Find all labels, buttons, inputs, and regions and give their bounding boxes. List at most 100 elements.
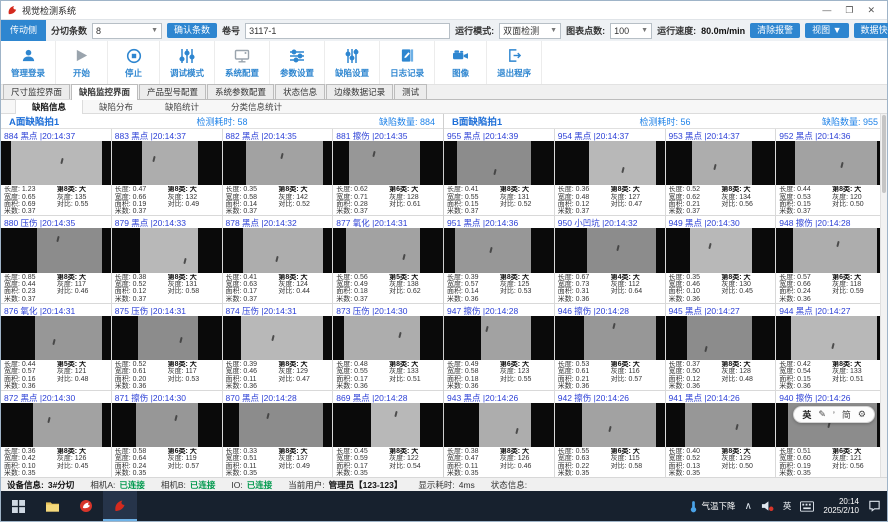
defect-image[interactable]: [112, 316, 222, 360]
defect-card[interactable]: 946 擦伤 |20:14:28 长度: 0.53宽度: 0.61 面积: 0.…: [555, 304, 665, 390]
defect-card[interactable]: 950 小凹坑 |20:14:32 长度: 0.67宽度: 0.73 面积: 0…: [555, 216, 665, 302]
file-explorer-icon[interactable]: [35, 491, 69, 521]
tab-0[interactable]: 尺寸监控界面: [3, 84, 70, 99]
defect-card[interactable]: 941 黑点 |20:14:26 长度: 0.40宽度: 0.52 面积: 0.…: [666, 391, 776, 477]
subtab-2[interactable]: 缺陷统计: [149, 100, 215, 114]
defect-card[interactable]: 881 擦伤 |20:14:35 长度: 0.62宽度: 0.71 面积: 0.…: [333, 129, 443, 215]
defect-card[interactable]: 944 黑点 |20:14:27 长度: 0.42宽度: 0.54 面积: 0.…: [776, 304, 886, 390]
defect-card[interactable]: 945 黑点 |20:14:27 长度: 0.37宽度: 0.50 面积: 0.…: [666, 304, 776, 390]
defect-card[interactable]: 954 黑点 |20:14:37 长度: 0.36宽度: 0.48 面积: 0.…: [555, 129, 665, 215]
defect-card[interactable]: 870 黑点 |20:14:28 长度: 0.33宽度: 0.51 面积: 0.…: [223, 391, 333, 477]
inspection-app-icon[interactable]: [103, 491, 137, 521]
ime-simplified-button[interactable]: 简: [842, 408, 851, 421]
taskbar-clock[interactable]: 20:14 2025/2/10: [823, 497, 859, 515]
confirm-count-button[interactable]: 确认条数: [167, 23, 217, 38]
pen-icon[interactable]: ✎: [818, 409, 826, 420]
close-button[interactable]: ✕: [867, 5, 875, 16]
data-quick-access-button[interactable]: 数据快捷访问 ▼: [854, 23, 888, 38]
defect-settings-button[interactable]: 缺陷设置: [325, 41, 380, 84]
ime-english-button[interactable]: 英: [802, 408, 811, 421]
defect-image[interactable]: [112, 403, 222, 447]
tab-5[interactable]: 边缘数据记录: [326, 84, 393, 99]
scrollbar-thumb[interactable]: [882, 115, 886, 193]
keyboard-icon[interactable]: [800, 501, 814, 512]
defect-image[interactable]: [666, 403, 776, 447]
defect-card[interactable]: 879 黑点 |20:14:33 长度: 0.38宽度: 0.52 面积: 0.…: [112, 216, 222, 302]
defect-card[interactable]: 878 黑点 |20:14:32 长度: 0.41宽度: 0.63 面积: 0.…: [223, 216, 333, 302]
defect-image[interactable]: [444, 316, 554, 360]
admin-login-button[interactable]: 管理登录: [1, 41, 56, 84]
defect-image[interactable]: [555, 403, 665, 447]
image-view-button[interactable]: 图像: [435, 41, 487, 84]
log-record-button[interactable]: 日志记录: [380, 41, 435, 84]
defect-card[interactable]: 875 压伤 |20:14:31 长度: 0.52宽度: 0.61 面积: 0.…: [112, 304, 222, 390]
defect-image[interactable]: [223, 316, 333, 360]
slit-count-select[interactable]: 8▼: [92, 23, 162, 39]
subtab-0[interactable]: 缺陷信息: [15, 99, 83, 115]
defect-card[interactable]: 884 黑点 |20:14:37 长度: 1.23宽度: 0.65 面积: 0.…: [1, 129, 111, 215]
defect-card[interactable]: 947 擦伤 |20:14:28 长度: 0.49宽度: 0.58 面积: 0.…: [444, 304, 554, 390]
defect-card[interactable]: 873 压伤 |20:14:30 长度: 0.48宽度: 0.55 面积: 0.…: [333, 304, 443, 390]
tab-6[interactable]: 测试: [394, 84, 427, 99]
defect-card[interactable]: 874 压伤 |20:14:31 长度: 0.39宽度: 0.46 面积: 0.…: [223, 304, 333, 390]
run-mode-select[interactable]: 双面检测▼: [499, 23, 561, 39]
defect-card[interactable]: 952 黑点 |20:14:36 长度: 0.44宽度: 0.53 面积: 0.…: [776, 129, 886, 215]
defect-image[interactable]: [776, 141, 886, 185]
start-button[interactable]: 开始: [56, 41, 108, 84]
defect-image[interactable]: [333, 403, 443, 447]
defect-image[interactable]: [666, 316, 776, 360]
defect-card[interactable]: 948 擦伤 |20:14:28 长度: 0.57宽度: 0.66 面积: 0.…: [776, 216, 886, 302]
tray-expand-chevron[interactable]: ∧: [745, 501, 752, 512]
tab-2[interactable]: 产品型号配置: [139, 84, 206, 99]
defect-card[interactable]: 949 黑点 |20:14:30 长度: 0.35宽度: 0.46 面积: 0.…: [666, 216, 776, 302]
subtab-1[interactable]: 缺陷分布: [83, 100, 149, 114]
parameter-settings-button[interactable]: 参数设置: [270, 41, 325, 84]
tab-4[interactable]: 状态信息: [275, 84, 325, 99]
system-config-button[interactable]: 系统配置: [215, 41, 270, 84]
defect-card[interactable]: 951 黑点 |20:14:36 长度: 0.39宽度: 0.57 面积: 0.…: [444, 216, 554, 302]
red-app-icon[interactable]: [69, 491, 103, 521]
drive-side-button[interactable]: 传动侧: [1, 20, 46, 41]
weather-widget[interactable]: 气温下降: [689, 500, 736, 513]
panel-b-title[interactable]: B面缺陷拍1: [452, 114, 594, 128]
minimize-button[interactable]: —: [822, 5, 831, 16]
defect-image[interactable]: [555, 228, 665, 272]
defect-image[interactable]: [1, 228, 111, 272]
defect-image[interactable]: [444, 403, 554, 447]
stop-button[interactable]: 停止: [108, 41, 160, 84]
defect-image[interactable]: [1, 403, 111, 447]
defect-image[interactable]: [1, 316, 111, 360]
defect-card[interactable]: 871 擦伤 |20:14:30 长度: 0.58宽度: 0.64 面积: 0.…: [112, 391, 222, 477]
gear-icon[interactable]: ⚙: [858, 409, 866, 420]
defect-card[interactable]: 869 黑点 |20:14:28 长度: 0.45宽度: 0.59 面积: 0.…: [333, 391, 443, 477]
vertical-scrollbar[interactable]: [880, 114, 887, 477]
defect-image[interactable]: [1, 141, 111, 185]
defect-image[interactable]: [333, 228, 443, 272]
defect-image[interactable]: [444, 141, 554, 185]
defect-image[interactable]: [112, 141, 222, 185]
defect-card[interactable]: 955 黑点 |20:14:39 长度: 0.41宽度: 0.55 面积: 0.…: [444, 129, 554, 215]
defect-card[interactable]: 877 氧化 |20:14:31 长度: 0.56宽度: 0.49 面积: 0.…: [333, 216, 443, 302]
defect-image[interactable]: [333, 141, 443, 185]
view-menu-button[interactable]: 视图 ▼: [805, 23, 848, 38]
defect-card[interactable]: 876 氧化 |20:14:31 长度: 0.44宽度: 0.57 面积: 0.…: [1, 304, 111, 390]
defect-card[interactable]: 943 黑点 |20:14:26 长度: 0.38宽度: 0.47 面积: 0.…: [444, 391, 554, 477]
defect-image[interactable]: [223, 141, 333, 185]
clear-alarm-button[interactable]: 清除报警: [750, 23, 800, 38]
defect-card[interactable]: 872 黑点 |20:14:30 长度: 0.36宽度: 0.42 面积: 0.…: [1, 391, 111, 477]
defect-card[interactable]: 882 黑点 |20:14:35 长度: 0.35宽度: 0.58 面积: 0.…: [223, 129, 333, 215]
notification-center-icon[interactable]: [868, 500, 881, 512]
defect-image[interactable]: [223, 228, 333, 272]
defect-card[interactable]: 883 黑点 |20:14:37 长度: 0.47宽度: 0.66 面积: 0.…: [112, 129, 222, 215]
defect-image[interactable]: [223, 403, 333, 447]
debug-mode-button[interactable]: 调试模式: [160, 41, 215, 84]
defect-image[interactable]: [776, 316, 886, 360]
defect-image[interactable]: [555, 316, 665, 360]
defect-image[interactable]: [666, 228, 776, 272]
speaker-muted-icon[interactable]: [761, 500, 774, 512]
defect-image[interactable]: [444, 228, 554, 272]
tab-1[interactable]: 缺陷监控界面: [71, 84, 138, 100]
defect-card[interactable]: 953 黑点 |20:14:37 长度: 0.52宽度: 0.62 面积: 0.…: [666, 129, 776, 215]
defect-card[interactable]: 940 擦伤 |20:14:26 长度: 0.51宽度: 0.60 面积: 0.…: [776, 391, 886, 477]
start-button[interactable]: [1, 491, 35, 521]
